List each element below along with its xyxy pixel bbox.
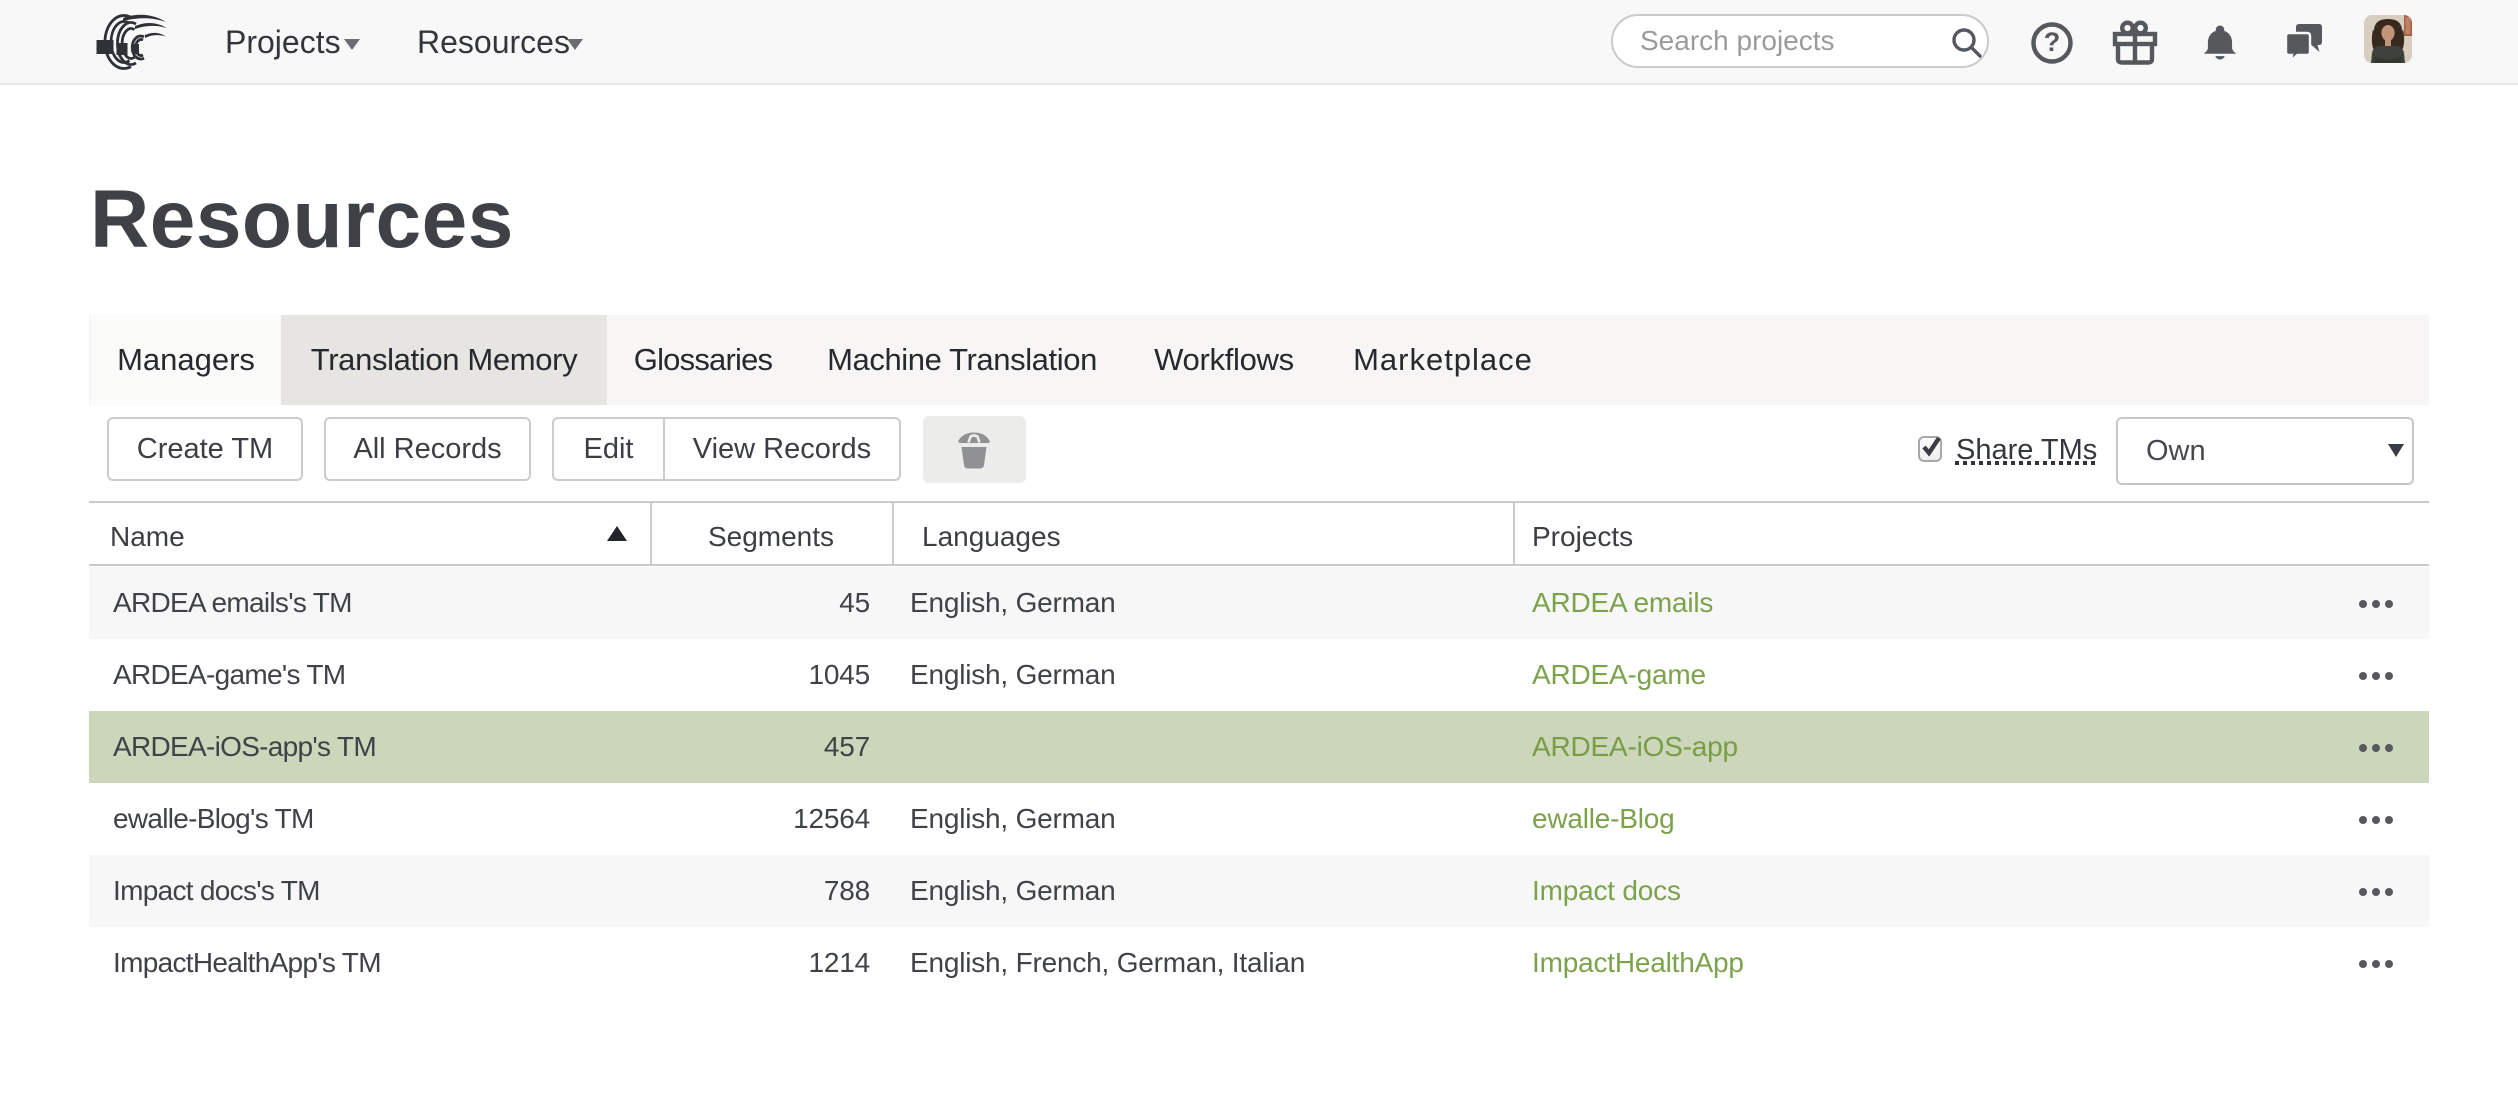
svg-text:?: ? <box>2044 27 2061 57</box>
